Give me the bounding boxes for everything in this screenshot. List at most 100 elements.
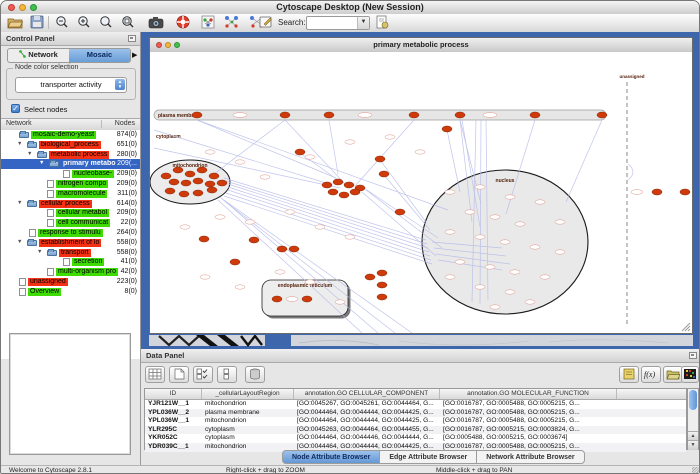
tree-item-multi-organism[interactable]: multi-organism pro 42(0) xyxy=(1,267,140,277)
annotation-icon[interactable] xyxy=(257,15,275,30)
table-row[interactable]: YPL036W__1 mitochondrion [GO:0044464, GO… xyxy=(145,417,686,426)
collapse-arrow-icon[interactable]: ▼ xyxy=(39,159,44,169)
folder-icon xyxy=(19,132,29,138)
resize-grip-icon[interactable] xyxy=(682,323,690,331)
column-header-id[interactable]: ID xyxy=(145,389,202,399)
search-dropdown-arrow[interactable]: ▼ xyxy=(357,17,369,29)
table-row[interactable]: YKR052C cytoplasm [GO:0044464, GO:004444… xyxy=(145,434,686,443)
table-row[interactable]: YLR295C cytoplasm [GO:0045263, GO:004446… xyxy=(145,426,686,435)
scroll-down-icon[interactable]: ▼ xyxy=(688,440,698,450)
tree-item-unassigned[interactable]: unassigned 223(0) xyxy=(1,277,140,287)
tree-item-metabolic-process[interactable]: ▼ metabolic process 280(0) xyxy=(1,150,140,160)
collapse-arrow-icon[interactable]: ▼ xyxy=(37,248,42,258)
unselect-attributes-icon[interactable] xyxy=(217,366,237,383)
tree-item-biological-process[interactable]: ▼ biological_process 651(0) xyxy=(1,140,140,150)
float-panel-icon[interactable] xyxy=(128,35,136,42)
tree-item-nucleobase[interactable]: nucleobase- 209(0) xyxy=(1,169,140,179)
tab-edge-attribute-browser[interactable]: Edge Attribute Browser xyxy=(380,450,477,464)
tree-item-secretion[interactable]: secretion 41(0) xyxy=(1,257,140,267)
tab-network[interactable]: Network xyxy=(8,49,69,62)
select-attributes-icon[interactable] xyxy=(193,366,213,383)
network-window-titlebar[interactable]: primary metabolic process xyxy=(150,38,692,53)
table-row[interactable]: YPL036W__2 plasma membrane [GO:0044464, … xyxy=(145,409,686,418)
attribute-browser-tabs: Node Attribute Browser Edge Attribute Br… xyxy=(282,450,585,464)
region-label-nucleus: nucleus xyxy=(496,178,515,184)
folder-icon xyxy=(27,240,37,246)
tree-item-transport[interactable]: ▼ transport 558(0) xyxy=(1,248,140,258)
table-row[interactable]: YJR121W__1 mitochondrion [GO:0045267, GO… xyxy=(145,400,686,409)
file-icon xyxy=(47,180,54,188)
select-nodes-checkbox[interactable]: ✓ xyxy=(11,104,20,113)
matrix-view-icon[interactable] xyxy=(681,366,699,383)
network-overview-icon[interactable] xyxy=(199,15,217,30)
control-panel-title: Control Panel xyxy=(6,34,55,43)
zoom-selected-icon[interactable] xyxy=(119,15,137,30)
import-attributes-icon[interactable] xyxy=(663,366,683,383)
column-header-cellular-component[interactable]: annotation.GO CELLULAR_COMPONENT xyxy=(294,389,440,399)
tree-item-cell-communication[interactable]: cell communicat 22(0) xyxy=(1,218,140,228)
column-header-filler xyxy=(617,389,686,399)
column-header-region[interactable]: _cellularLayoutRegion xyxy=(202,389,294,399)
collapse-arrow-icon[interactable]: ▼ xyxy=(17,140,22,150)
notes-icon[interactable] xyxy=(619,366,639,383)
status-welcome: Welcome to Cytoscape 2.8.1 xyxy=(9,467,92,474)
attribute-table: ID _cellularLayoutRegion annotation.GO C… xyxy=(144,388,687,450)
node-color-dropdown[interactable]: transporter activity ▲▼ xyxy=(15,77,127,93)
dropdown-stepper-icon: ▲▼ xyxy=(115,79,125,90)
tab-mosaic[interactable]: Mosaic xyxy=(69,49,130,62)
folder-icon xyxy=(47,250,57,256)
node-color-selection-group: Node color selection transporter activit… xyxy=(6,68,136,100)
file-icon xyxy=(47,209,54,217)
graph-nodes[interactable] xyxy=(161,112,690,302)
collapse-arrow-icon[interactable]: ▼ xyxy=(17,238,22,248)
tree-item-macromolecule[interactable]: macromolecule 311(0) xyxy=(1,189,140,199)
file-icon xyxy=(47,268,54,276)
tree-item-establishment-of-localization[interactable]: ▼ establishment of lo 558(0) xyxy=(1,238,140,248)
session-note-icon[interactable] xyxy=(373,15,391,30)
zoom-fit-icon[interactable] xyxy=(97,15,115,30)
status-zoom-hint: Right-click + drag to ZOOM xyxy=(226,467,305,474)
cytoscape-window: Cytoscape Desktop (New Session) Searc xyxy=(0,0,700,474)
birds-eye-view[interactable] xyxy=(9,333,131,455)
status-bar: Welcome to Cytoscape 2.8.1 Right-click +… xyxy=(1,465,700,474)
network-canvas[interactable]: plasma membrane cytoplasm mitochondrion … xyxy=(150,52,692,333)
collapse-arrow-icon[interactable]: ▼ xyxy=(27,150,32,160)
delete-attribute-icon[interactable] xyxy=(245,366,265,383)
tab-node-attribute-browser[interactable]: Node Attribute Browser xyxy=(282,450,380,464)
snapshot-icon[interactable] xyxy=(147,15,165,30)
zoom-in-icon[interactable] xyxy=(75,15,93,30)
tree-item-cellular-process[interactable]: ▼ cellular process 614(0) xyxy=(1,199,140,209)
tree-item-response-to-stimulus[interactable]: response to stimulu 264(0) xyxy=(1,228,140,238)
file-icon xyxy=(29,229,36,237)
open-file-icon[interactable] xyxy=(6,15,24,30)
show-table-icon[interactable] xyxy=(145,366,165,383)
data-panel: Data Panel f(x) xyxy=(141,349,700,465)
formula-builder-icon[interactable]: f(x) xyxy=(641,366,661,383)
tree-item-cellular-metabolic[interactable]: cellular metabol 209(0) xyxy=(1,208,140,218)
control-panel-header: Control Panel xyxy=(1,32,140,46)
scrollbar-thumb[interactable] xyxy=(689,390,697,410)
search-input[interactable]: ▼ xyxy=(306,16,370,30)
save-icon[interactable] xyxy=(28,15,46,30)
network-tree: mosaic-demo-yeast 874(0) ▼ biological_pr… xyxy=(1,130,140,328)
help-icon[interactable] xyxy=(174,15,192,30)
tree-item-overview[interactable]: Overview 8(0) xyxy=(1,287,140,297)
tree-item-mosaic-demo-yeast[interactable]: mosaic-demo-yeast 874(0) xyxy=(1,130,140,140)
table-header-row: ID _cellularLayoutRegion annotation.GO C… xyxy=(145,389,686,400)
table-scrollbar[interactable]: ▲ ▼ xyxy=(687,388,699,450)
new-attribute-icon[interactable] xyxy=(169,366,189,383)
window-resize-grip[interactable] xyxy=(692,467,700,474)
collapse-arrow-icon[interactable]: ▼ xyxy=(17,199,22,209)
apply-layout-1-icon[interactable] xyxy=(223,15,241,30)
zoom-out-icon[interactable] xyxy=(53,15,71,30)
tab-overflow-arrow[interactable]: ▶ xyxy=(132,51,137,59)
tree-item-primary-metabolic[interactable]: ▼ primary metabo 209(... xyxy=(1,159,140,169)
column-header-molecular-function[interactable]: annotation.GO MOLECULAR_FUNCTION xyxy=(440,389,617,399)
tree-item-nitrogen-compound[interactable]: nitrogen compo 209(0) xyxy=(1,179,140,189)
tab-network-attribute-browser[interactable]: Network Attribute Browser xyxy=(477,450,584,464)
folder-icon xyxy=(27,142,37,148)
file-icon xyxy=(19,288,26,296)
region-label-unassigned: unassigned xyxy=(619,74,644,79)
network-desktop: primary metabolic process plasma xyxy=(141,32,700,349)
float-panel-icon[interactable] xyxy=(689,352,697,359)
